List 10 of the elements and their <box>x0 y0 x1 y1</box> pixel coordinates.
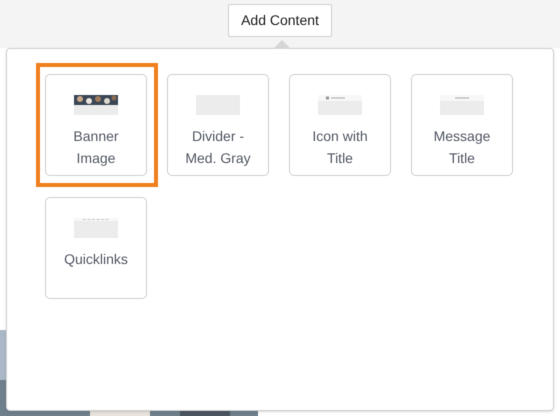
banner-thumbnail-icon <box>74 95 118 115</box>
content-block-tile[interactable]: Message Title <box>411 74 513 176</box>
content-block-tile[interactable]: Divider - Med. Gray <box>167 74 269 176</box>
quicklinks-thumbnail-icon <box>74 218 118 238</box>
icon-title-thumbnail-icon <box>318 95 362 115</box>
content-block-tile[interactable]: Quicklinks <box>45 197 147 299</box>
content-block-tile[interactable]: Banner Image <box>45 74 147 176</box>
add-content-button[interactable]: Add Content <box>228 4 332 37</box>
message-title-thumbnail-icon <box>440 95 484 115</box>
content-block-tile[interactable]: Icon with Title <box>289 74 391 176</box>
